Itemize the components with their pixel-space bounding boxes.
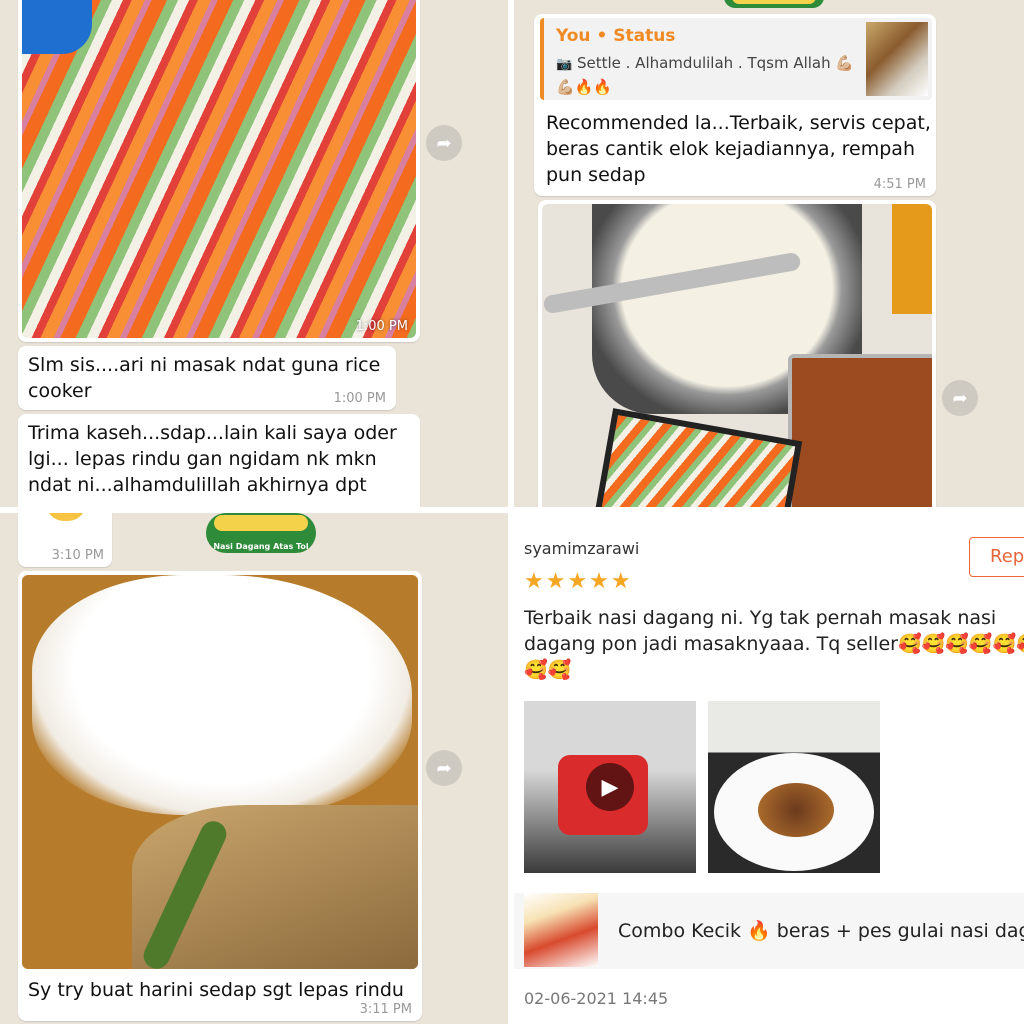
- curry-bowl: [788, 354, 932, 507]
- quoted-status[interactable]: You • Status 📷 Settle . Alhamdulilah . T…: [540, 18, 932, 100]
- message-timestamp: 3:10 PM: [51, 548, 104, 563]
- forward-arrow-icon[interactable]: ➦: [942, 380, 978, 416]
- photo-message[interactable]: [538, 200, 936, 507]
- jar: [892, 204, 932, 314]
- vegetable-pickle-photo[interactable]: 1:00 PM: [22, 0, 416, 338]
- pickle-dish: [593, 408, 803, 507]
- brand-logo: Nasi Dagang Atas Tol: [206, 513, 316, 553]
- status-thumbnail: [866, 22, 928, 96]
- quoted-text: Settle . Alhamdulilah . Tqsm Allah 💪🏼 💪🏼…: [556, 54, 855, 96]
- rice: [32, 575, 412, 815]
- rice-pot-photo[interactable]: [542, 204, 932, 507]
- message-bubble: 3:10 PM: [18, 513, 112, 567]
- photo-message[interactable]: 1:00 PM: [18, 0, 420, 342]
- message-text: Sy try buat harini sedap sgt lepas rindu: [28, 979, 404, 1001]
- message-timestamp: 4:51 PM: [873, 177, 926, 192]
- quoted-sender: You • Status: [556, 26, 676, 46]
- photo-message[interactable]: Sy try buat harini sedap sgt lepas rindu…: [18, 571, 422, 1021]
- review-panel: syamimzarawi Rep ★★★★★ Terbaik nasi daga…: [514, 513, 1024, 1024]
- message-text: Trima kaseh...sdap...lain kali saya oder…: [28, 422, 397, 496]
- chat-panel-bottom-left: 3:10 PM Nasi Dagang Atas Tol Sy try buat…: [0, 513, 508, 1024]
- play-icon[interactable]: ▶: [586, 763, 634, 811]
- message-bubble: Slm sis....ari ni masak ndat guna rice c…: [18, 346, 396, 410]
- forward-arrow-icon[interactable]: ➦: [426, 125, 462, 161]
- logo-text: Nasi Dagang Atas Tol: [213, 542, 309, 551]
- camera-icon: 📷: [556, 57, 573, 72]
- reply-button[interactable]: Rep: [969, 537, 1024, 577]
- review-video-thumbnail[interactable]: ▶: [524, 701, 696, 873]
- chat-panel-top-right: You • Status 📷 Settle . Alhamdulilah . T…: [514, 0, 1024, 507]
- review-date: 02-06-2021 14:45: [524, 989, 669, 1008]
- bowl-edge: [22, 0, 92, 54]
- star-rating: ★★★★★: [524, 569, 633, 594]
- message-bubble: Trima kaseh...sdap...lain kali saya oder…: [18, 414, 420, 507]
- brand-logo: [724, 0, 824, 8]
- product-link[interactable]: Combo Kecik 🔥 beras + pes gulai nasi dag…: [514, 893, 1024, 969]
- food: [758, 783, 834, 837]
- review-photo[interactable]: [708, 701, 880, 873]
- message-timestamp: 1:00 PM: [333, 391, 386, 406]
- photo-timestamp: 1:00 PM: [355, 319, 408, 334]
- review-text: Terbaik nasi dagang ni. Yg tak pernah ma…: [524, 607, 1024, 681]
- emoji: [46, 513, 86, 521]
- forward-arrow-icon[interactable]: ➦: [426, 750, 462, 786]
- product-thumbnail: [524, 893, 598, 967]
- chat-panel-top-left: 1:00 PM ➦ Slm sis....ari ni masak ndat g…: [0, 0, 508, 507]
- product-name: Combo Kecik 🔥 beras + pes gulai nasi dag…: [618, 920, 1024, 942]
- rice-curry-photo[interactable]: [22, 575, 418, 969]
- reply-message-bubble: You • Status 📷 Settle . Alhamdulilah . T…: [534, 14, 936, 196]
- reviewer-username: syamimzarawi: [524, 539, 640, 558]
- message-timestamp: 3:11 PM: [359, 1002, 412, 1017]
